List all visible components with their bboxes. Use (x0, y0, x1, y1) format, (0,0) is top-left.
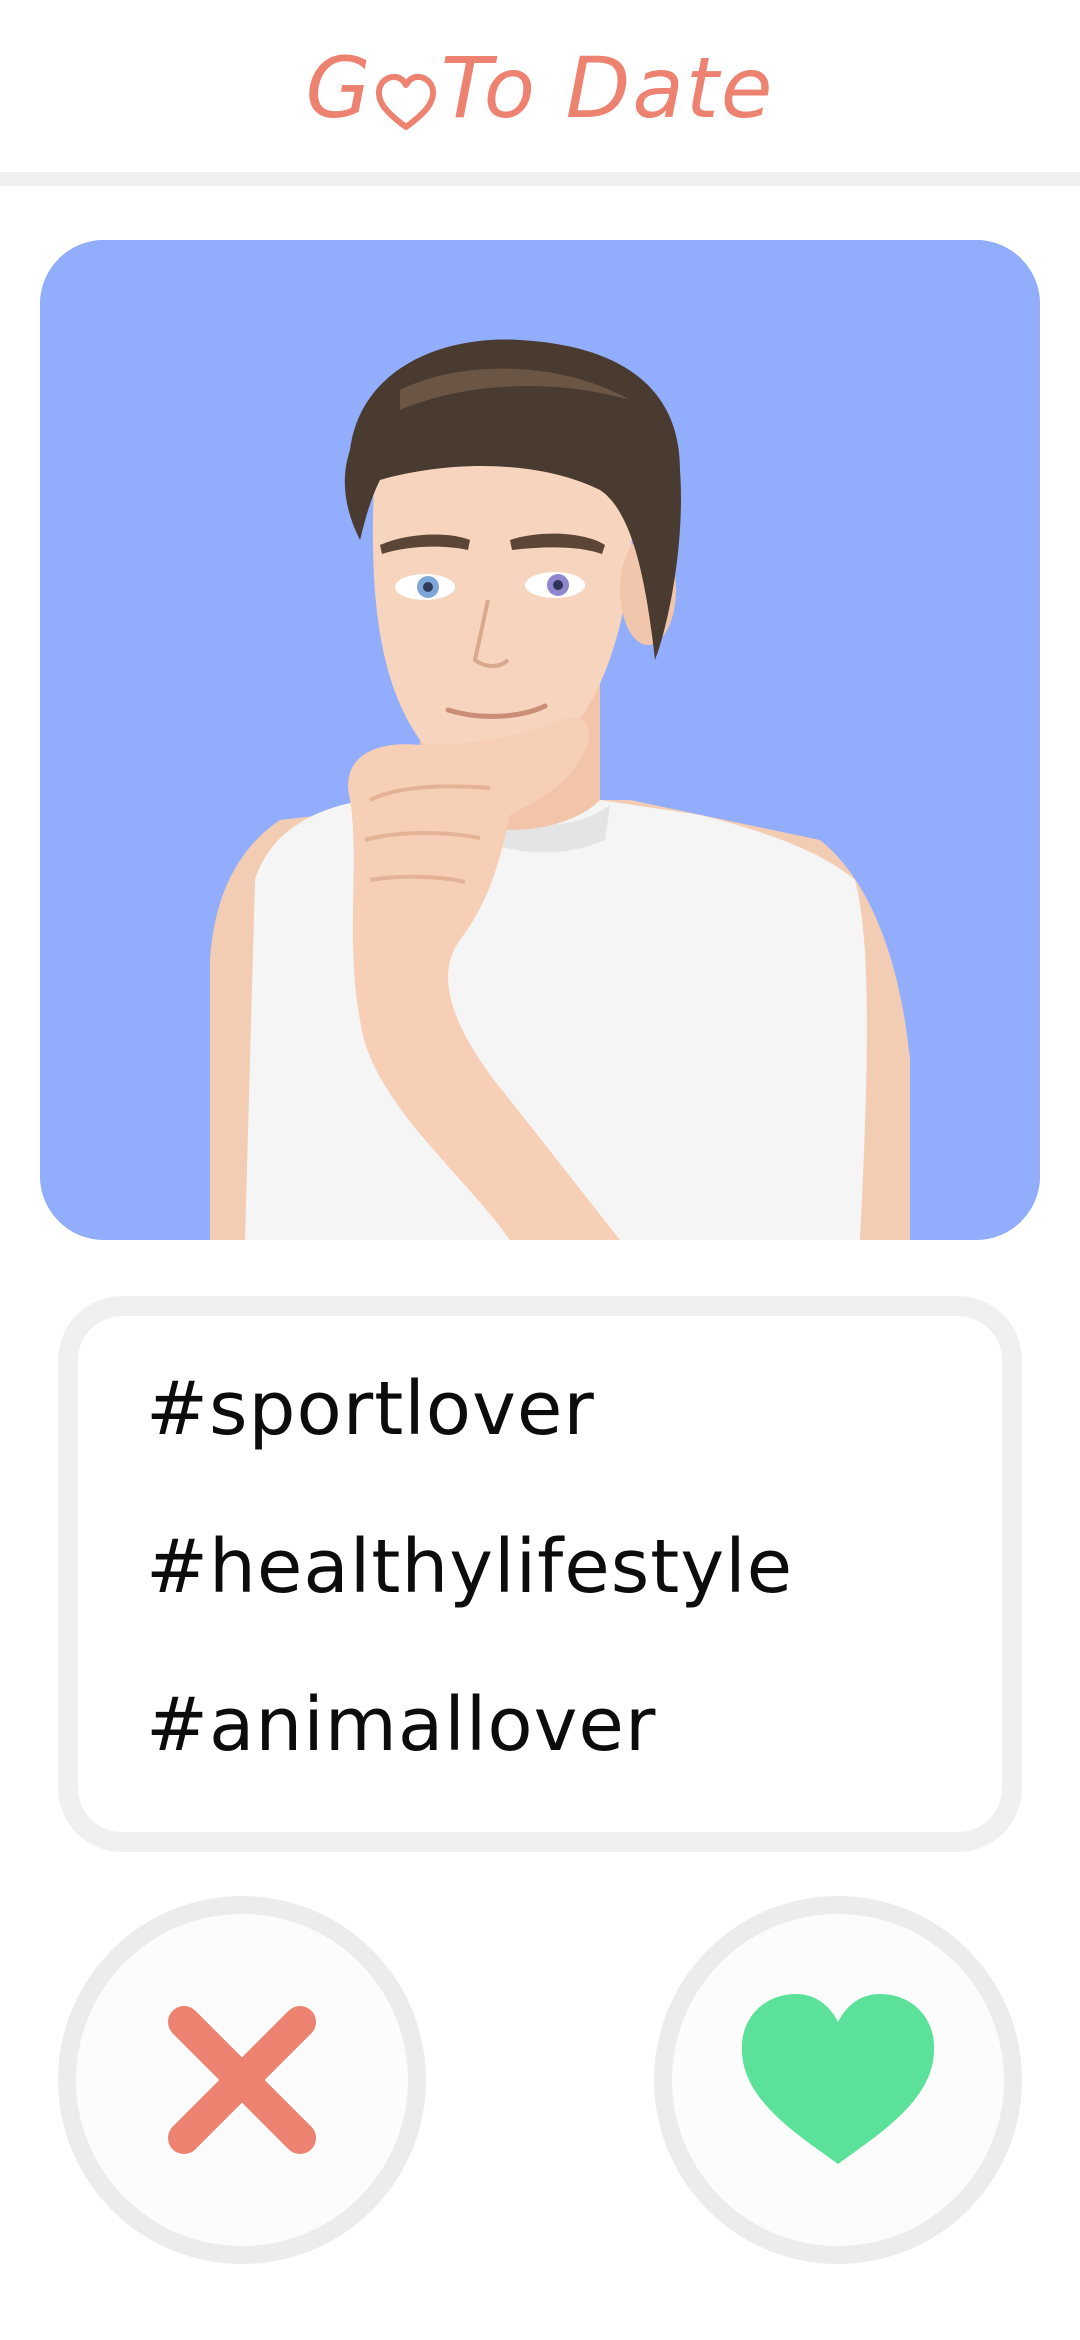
heart-icon (741, 1994, 935, 2164)
like-button[interactable] (654, 1896, 1022, 2264)
dislike-button[interactable] (58, 1896, 426, 2264)
close-icon (168, 2006, 316, 2154)
header-divider (0, 172, 1080, 186)
interest-tag: #healthylifestyle (146, 1524, 794, 1610)
heart-outline-icon (375, 62, 437, 130)
interest-tag: #sportlover (146, 1366, 595, 1452)
brand-text-start: G (305, 39, 373, 137)
app-screen: G To Date #sportlover #healthylifestyle … (0, 0, 1080, 2340)
app-header: G To Date (0, 0, 1080, 172)
interests-card: #sportlover #healthylifestyle #animallov… (58, 1296, 1022, 1852)
profile-photo[interactable] (40, 240, 1040, 1240)
brand-text-end: To Date (440, 39, 775, 137)
avatar-illustration (40, 240, 1040, 1240)
interest-tag: #animallover (146, 1682, 657, 1768)
app-logo: G To Date (306, 46, 775, 130)
